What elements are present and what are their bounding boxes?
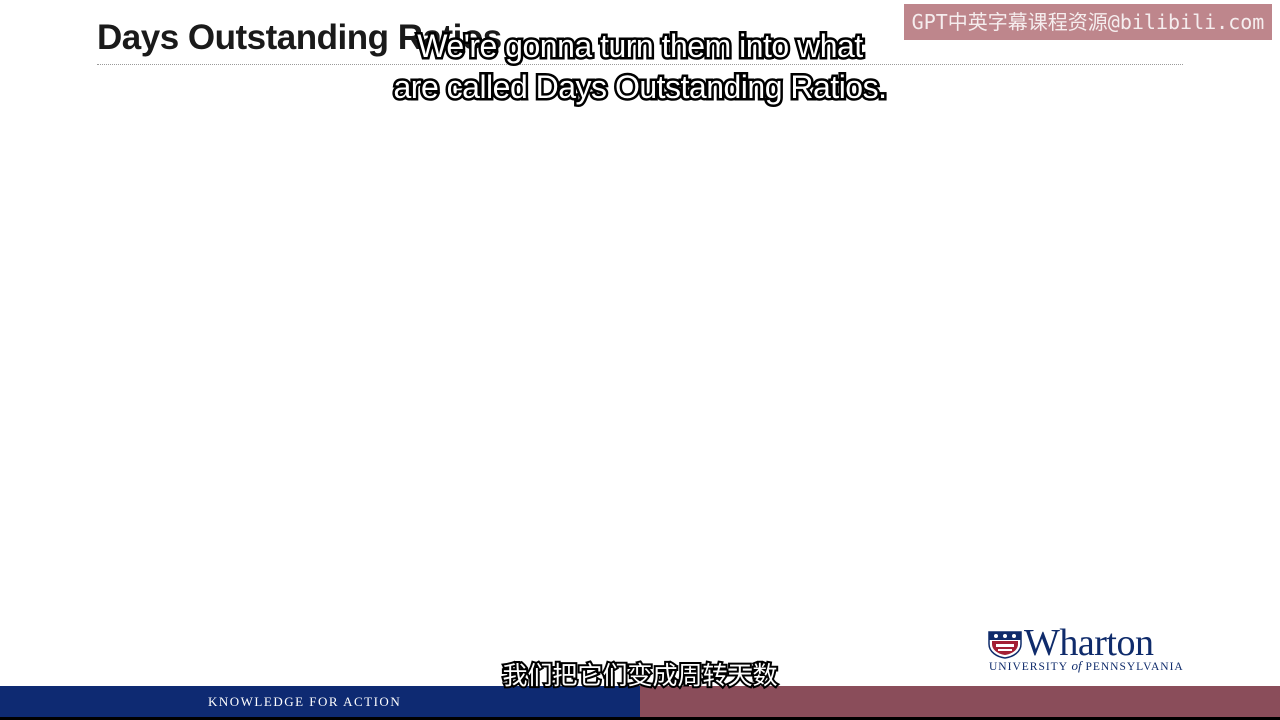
chinese-subtitle: 我们把它们变成周转天数 bbox=[500, 659, 779, 692]
penn-shield-icon bbox=[988, 631, 1022, 659]
english-subtitle: We're gonna turn them into what are call… bbox=[240, 26, 1040, 108]
logo-sub-prefix: UNIVERSITY bbox=[989, 661, 1072, 673]
logo-subline: UNIVERSITY of PENNSYLVANIA bbox=[989, 658, 1184, 674]
logo-sub-of: of bbox=[1071, 658, 1082, 673]
english-subtitle-line-1: We're gonna turn them into what bbox=[415, 26, 866, 67]
english-subtitle-line-2: are called Days Outstanding Ratios. bbox=[391, 67, 889, 108]
footer-tagline: KNOWLEDGE FOR ACTION bbox=[208, 694, 402, 709]
video-frame: Days Outstanding Ratios GPT中英字幕课程资源@bili… bbox=[0, 0, 1280, 720]
wharton-logo: Wharton UNIVERSITY of PENNSYLVANIA bbox=[988, 622, 1193, 674]
logo-sub-suffix: PENNSYLVANIA bbox=[1081, 661, 1184, 673]
